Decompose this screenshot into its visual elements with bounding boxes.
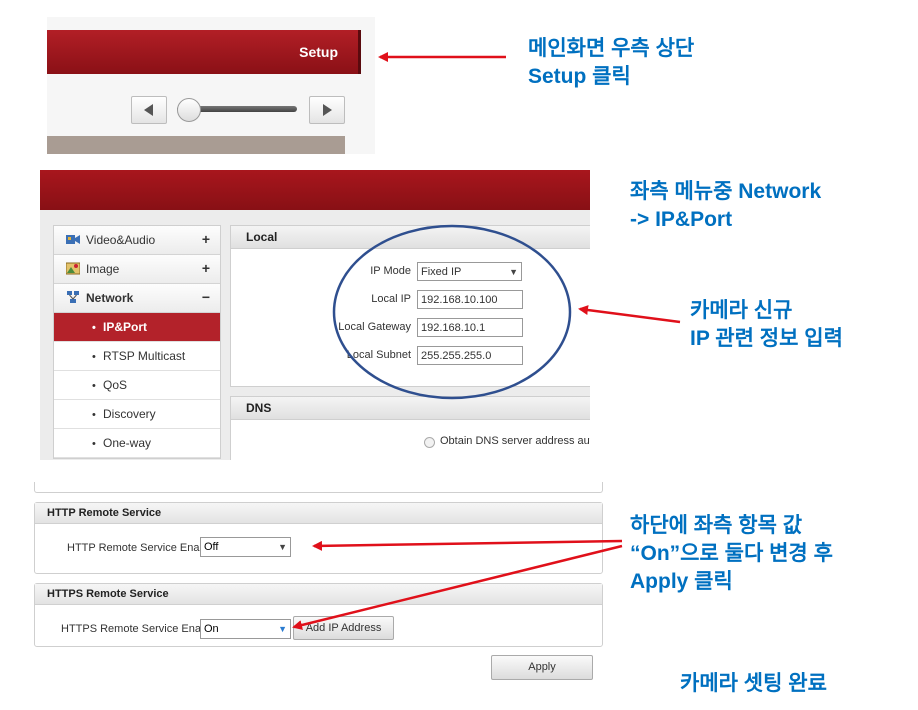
annotation-overlay [292,52,681,630]
highlight-ellipse [332,224,572,400]
arrow-to-http-select [312,539,623,551]
arrow-to-https-select [292,544,623,630]
arrow-to-ip-fields [578,305,681,324]
